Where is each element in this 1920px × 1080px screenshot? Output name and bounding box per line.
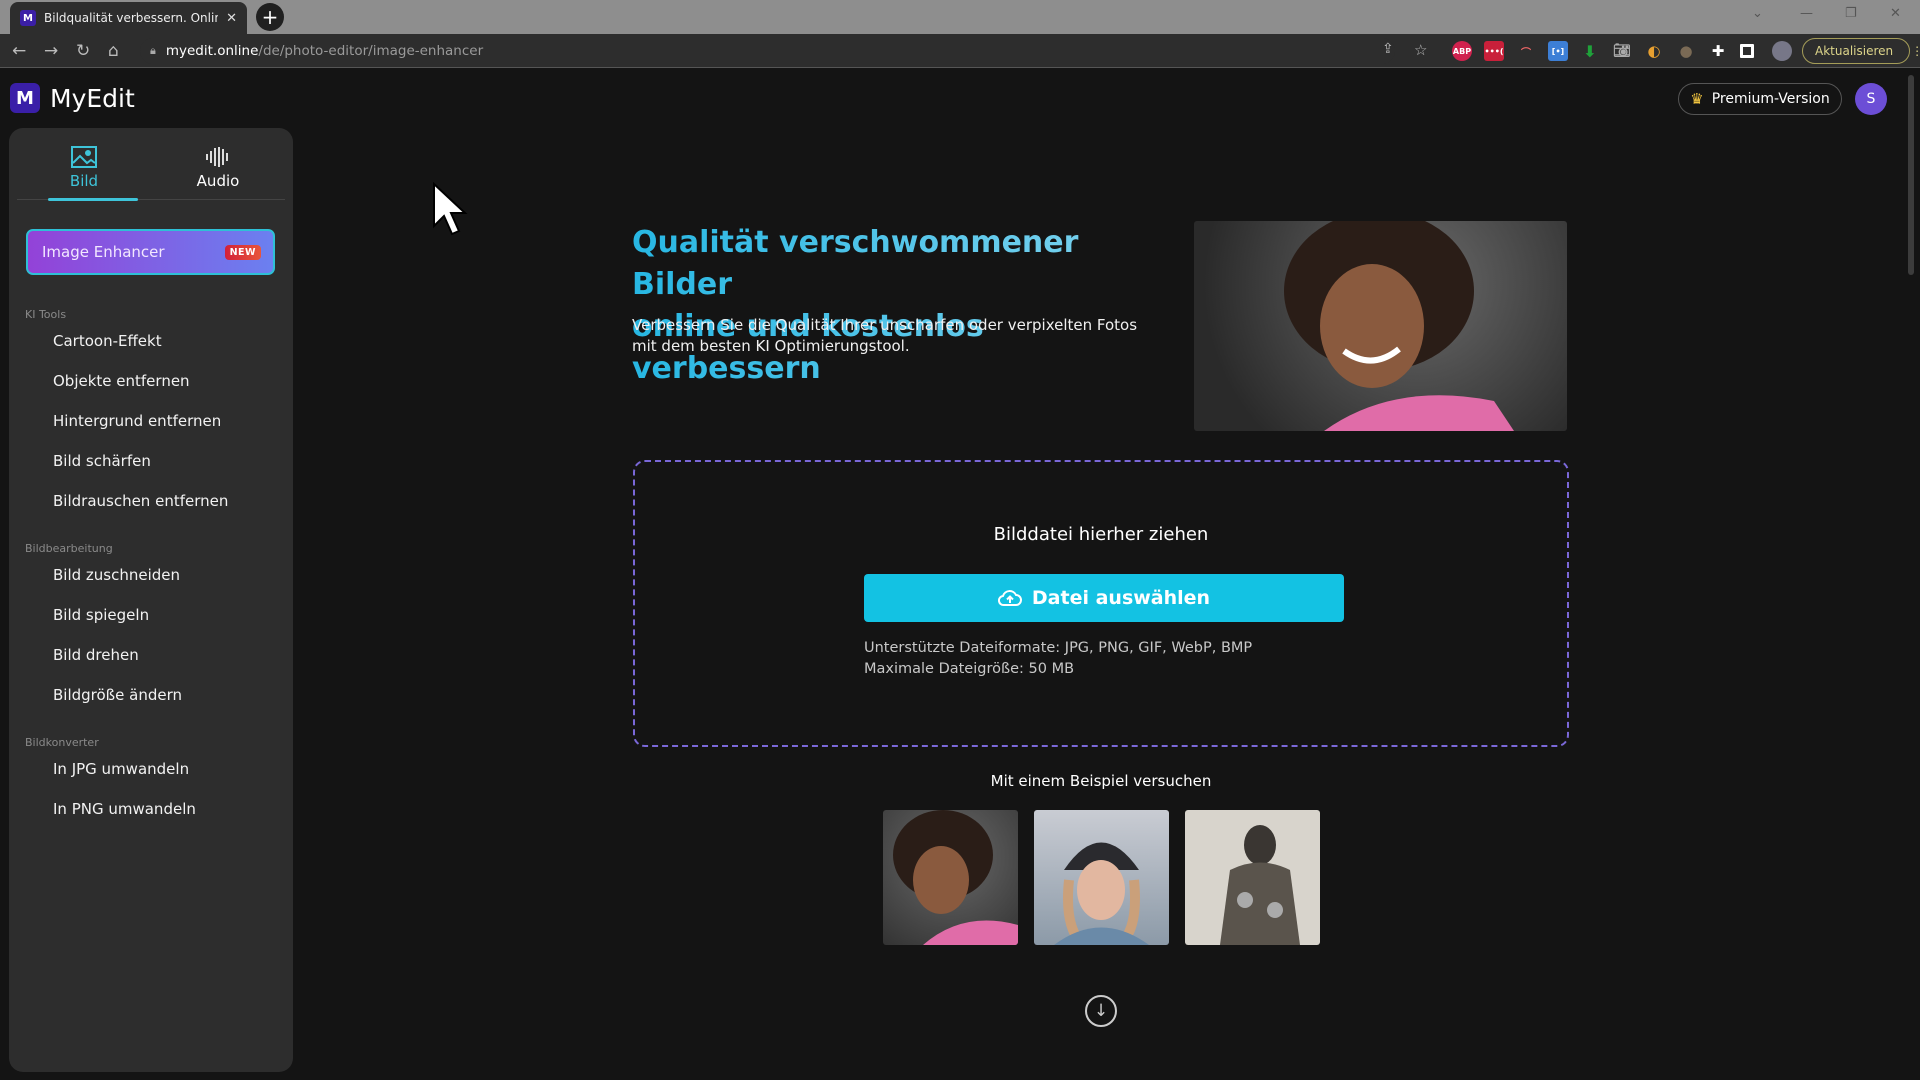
cloud-upload-icon [997,590,1022,606]
premium-button[interactable]: ♛ Premium-Version [1678,83,1842,115]
premium-label: Premium-Version [1711,91,1830,107]
browser-toolbar: ← → ↻ ⌂ 🔒︎ myedit.online /de/photo-edito… [0,34,1920,68]
share-icon[interactable]: ⇪ [1382,41,1394,57]
menu-kebab-icon[interactable]: ⋮ [1911,44,1920,58]
logo-text: MyEdit [50,83,135,113]
hero-portrait-illustration [1284,221,1514,431]
mode-tabs: Bild Audio [17,136,285,201]
browser-tab[interactable]: M Bildqualität verbessern. Online m ✕ [10,2,247,34]
new-tab-button[interactable]: + [256,3,284,31]
supported-formats: Unterstützte Dateiformate: JPG, PNG, GIF… [864,640,1253,656]
minimize-icon[interactable]: — [1800,6,1813,21]
update-label: Aktualisieren [1815,44,1894,58]
hero-image [1194,221,1567,431]
close-window-icon[interactable]: ✕ [1890,6,1901,21]
adblock-extension-icon[interactable]: ABP [1452,41,1472,61]
download-extension-icon[interactable]: ⬇ [1580,41,1600,61]
tab-audio[interactable]: Audio [151,136,285,200]
tab-title: Bildqualität verbessern. Online m [44,11,218,25]
tab-bild[interactable]: Bild [17,136,151,201]
audio-wave-icon [206,147,228,167]
browser-tabstrip: M Bildqualität verbessern. Online m ✕ + … [0,0,1920,34]
sidebar-item-in-jpg-umwandeln[interactable]: In JPG umwandeln [53,760,189,778]
sidebar-item-cartoon-effekt[interactable]: Cartoon-Effekt [53,332,162,350]
sidebar-item-objekte-entfernen[interactable]: Objekte entfernen [53,372,190,390]
sidebar-item-bild-schaerfen[interactable]: Bild schärfen [53,452,151,470]
forward-icon[interactable]: → [44,41,58,61]
home-icon[interactable]: ⌂ [108,41,119,61]
new-badge: NEW [224,244,261,260]
crown-icon: ♛ [1690,90,1704,108]
select-file-button[interactable]: Datei auswählen [864,574,1344,622]
page-scrollbar[interactable] [1908,75,1914,275]
tab-search-icon[interactable]: ⌄ [1752,6,1763,21]
update-button[interactable]: Aktualisieren ⋮ [1802,38,1920,64]
sidebar-item-hintergrund-entfernen[interactable]: Hintergrund entfernen [53,412,221,430]
favicon-icon: M [20,10,36,26]
globe-extension-icon[interactable]: ◐ [1644,41,1664,61]
sidebar-item-image-enhancer[interactable]: Image Enhancer NEW [26,229,275,275]
image-enhancer-label: Image Enhancer [42,243,165,261]
screenshot-extension-icon[interactable]: 📷︎ [1612,41,1632,61]
page-description: Verbessern Sie die Qualität Ihrer unscha… [632,316,1138,355]
sample-man-traditional-image [1220,825,1300,945]
sample-woman-curly-hair-image [893,810,1018,945]
dropzone-title: Bilddatei hierher ziehen [993,524,1209,545]
title-line-1: Qualität verschwommener Bilder [632,225,1079,302]
side-panel-icon[interactable] [1740,44,1754,58]
rainbow-extension-icon[interactable]: ⌒ [1516,41,1536,61]
sample-heading: Mit einem Beispiel versuchen [990,772,1212,790]
sidebar-item-bildrauschen-entfernen[interactable]: Bildrauschen entfernen [53,492,228,510]
sidebar: Bild Audio Image Enhancer NEW KI Tools C… [9,128,293,1072]
tab-audio-label: Audio [196,172,240,190]
page-title: Qualität verschwommener Bilder online un… [632,222,1152,390]
logo-mark-icon: M [10,83,40,113]
select-file-label: Datei auswählen [1031,587,1211,609]
lock-icon: 🔒︎ [150,44,156,57]
back-icon[interactable]: ← [12,41,26,61]
scroll-down-icon[interactable]: ↓ [1085,995,1117,1027]
section-bildbearbeitung: Bildbearbeitung [25,542,113,555]
section-bildkonverter: Bildkonverter [25,736,99,749]
address-bar[interactable]: 🔒︎ myedit.online /de/photo-editor/image-… [140,38,1395,64]
reload-icon[interactable]: ↻ [76,41,90,61]
lastpass-extension-icon[interactable]: •••( [1484,41,1504,61]
user-avatar[interactable]: S [1855,83,1887,115]
extensions-puzzle-icon[interactable]: ✚ [1708,41,1728,61]
sample-woman-beanie-image [1054,842,1149,945]
upload-dropzone[interactable]: Bilddatei hierher ziehen Datei auswählen… [633,460,1569,747]
url-path: /de/photo-editor/image-enhancer [258,43,484,59]
file-info: Unterstützte Dateiformate: JPG, PNG, GIF… [864,638,1252,680]
section-ki-tools: KI Tools [25,308,67,321]
sidebar-item-in-png-umwandeln[interactable]: In PNG umwandeln [53,800,196,818]
tab-bild-label: Bild [69,172,99,190]
mouse-cursor-icon [433,182,468,236]
sample-thumbnail[interactable] [1185,810,1320,945]
sphere-extension-icon[interactable]: ● [1676,41,1696,61]
profile-avatar-icon[interactable] [1772,41,1792,61]
sample-thumbnail[interactable] [1034,810,1169,945]
url-domain: myedit.online [165,43,259,59]
sample-thumbnail[interactable] [883,810,1018,945]
sidebar-item-bild-zuschneiden[interactable]: Bild zuschneiden [53,566,180,584]
close-tab-icon[interactable]: ✕ [226,11,237,26]
restore-icon[interactable]: ❐ [1845,6,1857,21]
max-file-size: Maximale Dateigröße: 50 MB [864,661,1075,677]
image-icon [71,146,97,168]
sidebar-item-bild-drehen[interactable]: Bild drehen [53,646,139,664]
bookmark-star-icon[interactable]: ☆ [1414,41,1427,59]
translate-extension-icon[interactable]: [•] [1548,41,1568,61]
sidebar-item-bild-spiegeln[interactable]: Bild spiegeln [53,606,149,624]
app-logo[interactable]: M MyEdit [10,83,135,113]
sidebar-item-bildgroesse-aendern[interactable]: Bildgröße ändern [53,686,182,704]
